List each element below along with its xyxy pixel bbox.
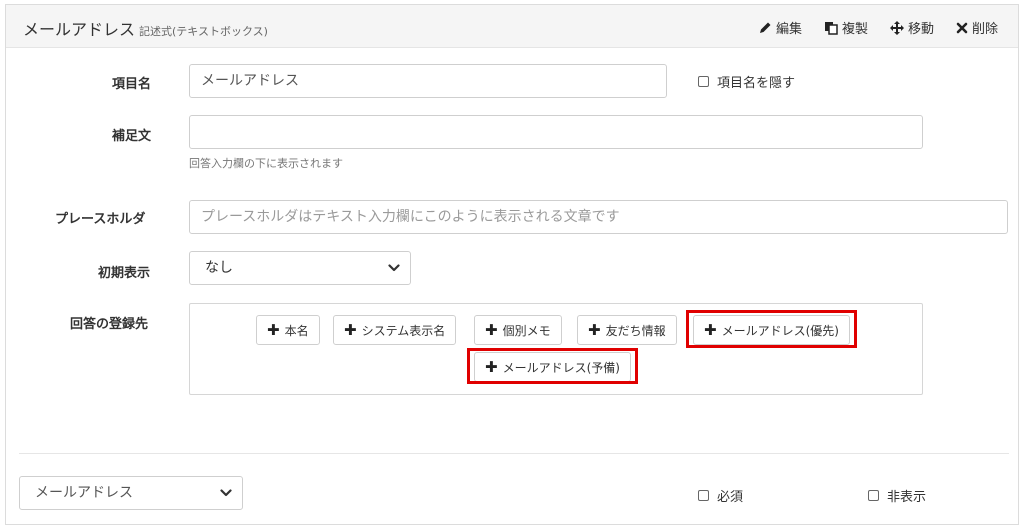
panel-title: メールアドレス 記述式(テキストボックス): [23, 16, 268, 40]
preview-select-value: メールアドレス: [35, 485, 133, 501]
destination-label: 回答の登録先: [70, 317, 149, 332]
initial-display-value: なし: [205, 260, 233, 276]
edit-button[interactable]: 編集: [759, 18, 802, 37]
highlight-email-primary: [686, 310, 857, 348]
section-divider: [19, 453, 1009, 454]
required-checkbox[interactable]: 必須: [698, 486, 743, 505]
delete-label: 削除: [971, 22, 998, 37]
chevron-down-icon: [220, 489, 232, 497]
highlight-email-backup: [467, 348, 638, 384]
hide-item-name-box[interactable]: [698, 76, 709, 87]
placeholder-input-text: プレースホルダはテキスト入力欄にこのように表示される文章です: [201, 209, 620, 225]
destination-button-label: システム表示名: [361, 323, 446, 338]
placeholder-input[interactable]: プレースホルダはテキスト入力欄にこのように表示される文章です: [189, 200, 1008, 234]
hide-item-name-label: 項目名を隠す: [717, 76, 796, 91]
destination-button-label: 本名: [284, 323, 309, 338]
plus-icon: ✚: [588, 320, 601, 339]
destination-button-friend-info[interactable]: ✚ 友だち情報: [577, 315, 677, 345]
destination-button-real-name[interactable]: ✚ 本名: [256, 315, 320, 345]
form-item-panel: メールアドレス 記述式(テキストボックス) 編集 複製 移動 削除 項目名 メール…: [5, 4, 1019, 525]
preview-select[interactable]: メールアドレス: [19, 476, 243, 510]
item-name-label: 項目名: [112, 77, 152, 92]
destination-button-label: 友だち情報: [605, 323, 666, 338]
pencil-icon: [759, 22, 771, 33]
times-icon: [956, 22, 968, 33]
item-name-input[interactable]: メールアドレス: [189, 64, 667, 98]
plus-icon: ✚: [344, 320, 357, 339]
plus-icon: ✚: [267, 320, 280, 339]
duplicate-button[interactable]: 複製: [824, 18, 868, 37]
destination-button-label: 個別メモ: [502, 323, 551, 338]
supplement-input[interactable]: [189, 115, 923, 149]
hidden-label: 非表示: [887, 490, 927, 505]
copy-icon: [824, 21, 838, 35]
hidden-box[interactable]: [868, 490, 879, 501]
plus-icon: ✚: [485, 320, 498, 339]
move-icon: [889, 20, 904, 35]
initial-display-label: 初期表示: [98, 266, 151, 281]
move-label: 移動: [907, 22, 934, 37]
move-button[interactable]: 移動: [889, 18, 934, 37]
supplement-label: 補足文: [112, 129, 152, 144]
panel-title-text: メールアドレス: [23, 20, 136, 39]
chevron-down-icon: [388, 264, 400, 272]
initial-display-select[interactable]: なし: [189, 251, 411, 285]
supplement-help: 回答入力欄の下に表示されます: [189, 157, 343, 170]
edit-label: 編集: [775, 22, 802, 37]
destination-button-system-name[interactable]: ✚ システム表示名: [333, 315, 457, 345]
panel-subtitle: 記述式(テキストボックス): [139, 25, 268, 38]
header-actions: 編集 複製 移動 削除: [737, 18, 998, 37]
hide-item-name-checkbox[interactable]: 項目名を隠す: [698, 72, 795, 91]
required-label: 必須: [717, 490, 744, 505]
duplicate-label: 複製: [841, 22, 868, 37]
delete-button[interactable]: 削除: [956, 18, 998, 37]
required-box[interactable]: [698, 490, 709, 501]
destination-button-memo[interactable]: ✚ 個別メモ: [474, 315, 562, 345]
placeholder-label: プレースホルダ: [55, 212, 146, 227]
hidden-checkbox[interactable]: 非表示: [868, 486, 926, 505]
panel-header: メールアドレス 記述式(テキストボックス) 編集 複製 移動 削除: [6, 5, 1018, 48]
